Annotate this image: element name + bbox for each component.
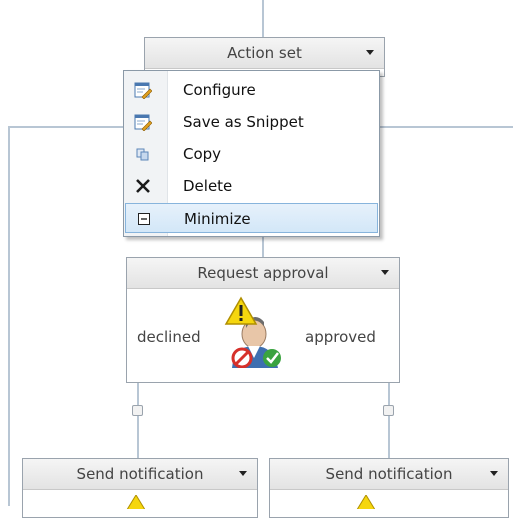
approved-branch-label: approved [305, 328, 376, 346]
dropdown-arrow-icon[interactable] [490, 471, 498, 476]
flow-line-branch-left [137, 382, 139, 458]
request-approval-node[interactable]: Request approval declined approved [126, 257, 400, 383]
minimize-icon [138, 213, 150, 225]
action-set-context-menu: Configure Save as Snippet Copy Delete Mi… [123, 70, 380, 237]
flow-line-left-vertical [8, 126, 10, 506]
warning-icon [126, 495, 146, 509]
menu-item-save-as-snippet[interactable]: Save as Snippet [125, 107, 378, 137]
declined-branch-label: declined [137, 328, 201, 346]
action-set-header[interactable]: Action set [145, 38, 384, 69]
request-approval-title: Request approval [197, 264, 329, 282]
flow-line-left-horizontal [8, 126, 124, 128]
dropdown-arrow-icon[interactable] [239, 471, 247, 476]
warning-icon [356, 495, 376, 509]
request-approval-header[interactable]: Request approval [127, 258, 399, 289]
menu-item-label: Minimize [184, 210, 251, 228]
menu-item-configure[interactable]: Configure [125, 75, 378, 105]
dropdown-arrow-icon[interactable] [381, 270, 389, 275]
menu-item-label: Configure [183, 81, 256, 99]
action-set-title: Action set [227, 44, 302, 62]
flow-line-mid [262, 237, 264, 257]
send-notification-node-right[interactable]: Send notification [269, 458, 509, 518]
menu-item-copy[interactable]: Copy [125, 139, 378, 169]
menu-item-label: Delete [183, 177, 233, 195]
delete-icon [136, 179, 150, 193]
send-notification-header-left[interactable]: Send notification [23, 459, 257, 490]
send-notification-node-left[interactable]: Send notification [22, 458, 258, 518]
branch-connector-left[interactable] [132, 405, 143, 416]
request-approval-icon [224, 296, 281, 368]
menu-item-minimize[interactable]: Minimize [125, 203, 378, 233]
branch-connector-right[interactable] [383, 405, 394, 416]
flow-line-right-horizontal [380, 126, 513, 128]
menu-item-label: Copy [183, 145, 222, 163]
send-notification-header-right[interactable]: Send notification [270, 459, 508, 490]
menu-item-label: Save as Snippet [183, 113, 304, 131]
flow-line-branch-right [388, 382, 390, 458]
menu-item-delete[interactable]: Delete [125, 171, 378, 201]
configure-icon [134, 82, 152, 99]
copy-icon [136, 148, 149, 161]
send-notification-title-right: Send notification [325, 465, 453, 483]
flow-line-top [262, 0, 264, 37]
dropdown-arrow-icon[interactable] [366, 50, 374, 55]
send-notification-title-left: Send notification [76, 465, 204, 483]
save-snippet-icon [134, 114, 152, 131]
